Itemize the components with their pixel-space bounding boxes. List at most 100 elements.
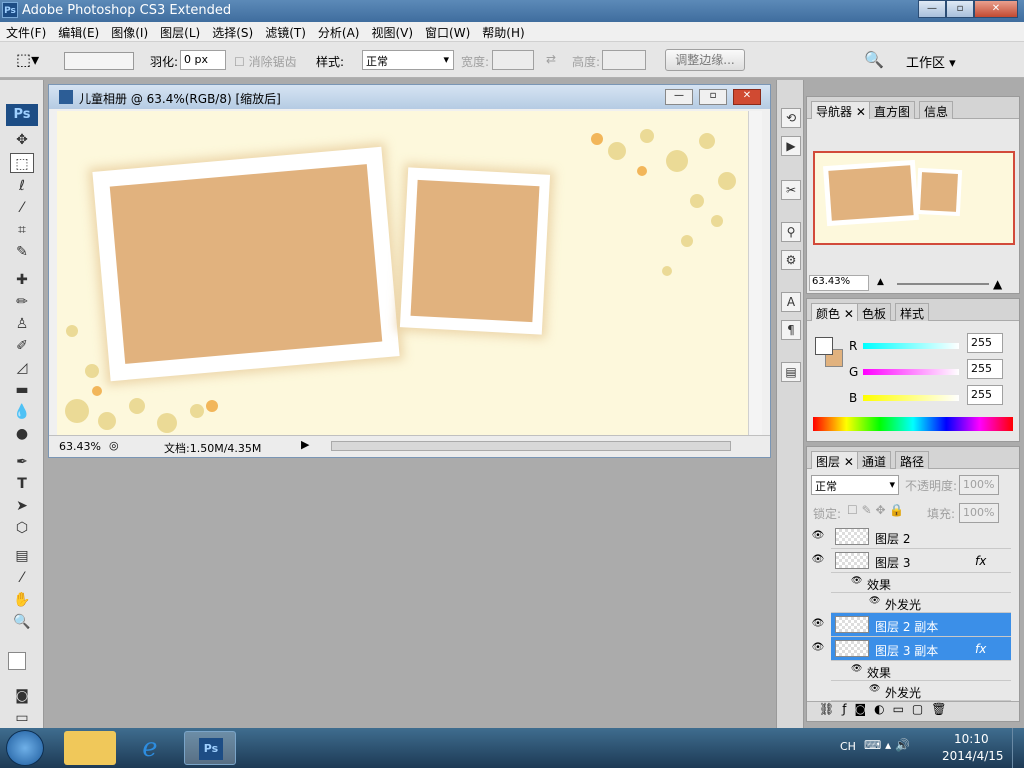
zoom-slider[interactable]: [897, 283, 989, 285]
blur-tool-icon[interactable]: 💧: [10, 402, 34, 422]
doc-minimize-button[interactable]: —: [665, 89, 693, 105]
fill-input[interactable]: 100%: [959, 503, 999, 523]
effect-eye-icon[interactable]: 👁: [869, 596, 880, 606]
pen-tool-icon[interactable]: ✒: [10, 452, 34, 472]
width-input[interactable]: [492, 50, 534, 70]
bridge-icon[interactable]: 🔍: [864, 50, 884, 69]
status-info-icon[interactable]: ◎: [109, 439, 119, 452]
image-canvas[interactable]: [57, 111, 748, 435]
minimize-button[interactable]: —: [918, 0, 946, 18]
clone-stamp-icon[interactable]: ♙: [10, 314, 34, 334]
gradient-tool-icon[interactable]: ▬: [10, 380, 34, 400]
history-brush-icon[interactable]: ✐: [10, 336, 34, 356]
menu-window[interactable]: 窗口(W): [419, 22, 476, 43]
vertical-scrollbar[interactable]: [748, 111, 762, 435]
explorer-taskbar-icon[interactable]: [64, 731, 116, 765]
tab-layers[interactable]: 图层 ✕: [811, 451, 859, 469]
tab-histogram[interactable]: 直方图: [869, 101, 916, 119]
zoom-in-icon[interactable]: ▲: [993, 277, 1002, 291]
marquee-preset-icon[interactable]: ⬚▾: [16, 50, 39, 69]
restore-button[interactable]: ▫: [946, 0, 974, 18]
slice-tool-icon[interactable]: ✎: [10, 242, 34, 262]
lasso-tool-icon[interactable]: ℓ: [10, 176, 34, 196]
tab-color[interactable]: 颜色 ✕: [811, 303, 859, 321]
eyedropper-tool-icon[interactable]: ⁄: [10, 568, 34, 588]
menu-edit[interactable]: 编辑(E): [52, 22, 105, 43]
horizontal-scrollbar[interactable]: [331, 441, 731, 451]
tab-paths[interactable]: 路径: [895, 451, 930, 469]
menu-analysis[interactable]: 分析(A): [312, 22, 366, 43]
type-tool-icon[interactable]: T: [10, 474, 34, 494]
eraser-tool-icon[interactable]: ◿: [10, 358, 34, 378]
tab-swatches[interactable]: 色板: [857, 303, 892, 321]
shape-tool-icon[interactable]: ⬡: [10, 518, 34, 538]
effect-item-row[interactable]: 👁 外发光: [831, 593, 1011, 613]
navigator-thumbnail[interactable]: [813, 151, 1015, 245]
healing-brush-icon[interactable]: ✚: [10, 270, 34, 290]
lock-icons[interactable]: ☐ ✎ ✥ 🔒: [847, 503, 904, 517]
close-button[interactable]: ✕: [974, 0, 1018, 18]
effect-eye-icon[interactable]: 👁: [851, 664, 862, 674]
paragraph-panel-icon[interactable]: ¶: [781, 320, 801, 340]
layer-row-selected[interactable]: 👁 图层 2 副本: [812, 613, 1011, 637]
effect-eye-icon[interactable]: 👁: [851, 576, 862, 586]
zoom-tool-icon[interactable]: 🔍: [10, 612, 34, 632]
brush-tool-icon[interactable]: ✏: [10, 292, 34, 312]
g-input[interactable]: 255: [967, 359, 1003, 379]
tab-styles[interactable]: 样式: [895, 303, 930, 321]
ie-taskbar-icon[interactable]: ℯ: [124, 731, 176, 765]
marquee-tool-icon[interactable]: ⬚: [10, 153, 34, 173]
color-spectrum-bar[interactable]: [813, 417, 1013, 431]
layer-row[interactable]: 👁 图层 3 fx: [812, 549, 1011, 573]
start-button[interactable]: [6, 730, 44, 766]
menu-filter[interactable]: 滤镜(T): [259, 22, 312, 43]
photo-frame-large[interactable]: [92, 146, 400, 382]
language-indicator[interactable]: CH: [840, 740, 856, 753]
brushes-panel-icon[interactable]: ⚲: [781, 222, 801, 242]
visibility-eye-icon[interactable]: 👁: [811, 554, 825, 565]
visibility-eye-icon[interactable]: 👁: [811, 618, 825, 629]
dodge-tool-icon[interactable]: ●: [10, 424, 34, 444]
magic-wand-icon[interactable]: ⁄: [10, 198, 34, 218]
effects-row[interactable]: 👁 效果: [831, 573, 1011, 593]
menu-image[interactable]: 图像(I): [105, 22, 154, 43]
visibility-eye-icon[interactable]: 👁: [811, 530, 825, 541]
b-slider[interactable]: [863, 395, 959, 401]
photoshop-taskbar-button[interactable]: Ps: [184, 731, 236, 765]
foreground-color-swatch[interactable]: [8, 652, 26, 670]
tool-presets-icon[interactable]: ✂: [781, 180, 801, 200]
style-select[interactable]: 正常 ▾: [362, 50, 454, 70]
menu-file[interactable]: 文件(F): [0, 22, 52, 43]
layer-row-selected[interactable]: 👁 图层 3 副本 fx: [812, 637, 1011, 661]
crop-tool-icon[interactable]: ⌗: [10, 220, 34, 240]
color-foreground-swatch[interactable]: [815, 337, 833, 355]
clock-date[interactable]: 2014/4/15: [942, 749, 1004, 763]
layers-footer-buttons[interactable]: ⛓ƒ◙◐▭▢🗑: [807, 701, 1019, 721]
workspace-menu[interactable]: 工作区 ▾: [906, 52, 956, 71]
actions-panel-icon[interactable]: ▶: [781, 136, 801, 156]
zoom-out-icon[interactable]: ▲: [877, 277, 884, 287]
b-input[interactable]: 255: [967, 385, 1003, 405]
tab-navigator[interactable]: 导航器 ✕: [811, 101, 871, 119]
move-tool-icon[interactable]: ✥: [10, 130, 34, 150]
hand-tool-icon[interactable]: ✋: [10, 590, 34, 610]
photo-frame-small[interactable]: [399, 167, 551, 335]
navigator-zoom-input[interactable]: 63.43%: [809, 275, 869, 291]
quick-mask-icon[interactable]: ◙: [10, 686, 34, 706]
clock-time[interactable]: 10:10: [954, 732, 989, 746]
clone-source-icon[interactable]: ⚙: [781, 250, 801, 270]
menu-view[interactable]: 视图(V): [365, 22, 419, 43]
layer-row[interactable]: 👁 图层 2: [812, 525, 1011, 549]
doc-close-button[interactable]: ✕: [733, 89, 761, 105]
layer-comps-icon[interactable]: ▤: [781, 362, 801, 382]
status-menu-arrow[interactable]: ▶: [301, 438, 309, 451]
selection-mode-icons[interactable]: [64, 52, 134, 70]
refine-edge-button[interactable]: 调整边缘...: [665, 49, 745, 71]
effect-eye-icon[interactable]: 👁: [869, 684, 880, 694]
menu-help[interactable]: 帮助(H): [476, 22, 530, 43]
height-input[interactable]: [602, 50, 646, 70]
r-slider[interactable]: [863, 343, 959, 349]
swap-icon[interactable]: ⇄: [546, 52, 556, 66]
menu-select[interactable]: 选择(S): [206, 22, 259, 43]
history-panel-icon[interactable]: ⟲: [781, 108, 801, 128]
